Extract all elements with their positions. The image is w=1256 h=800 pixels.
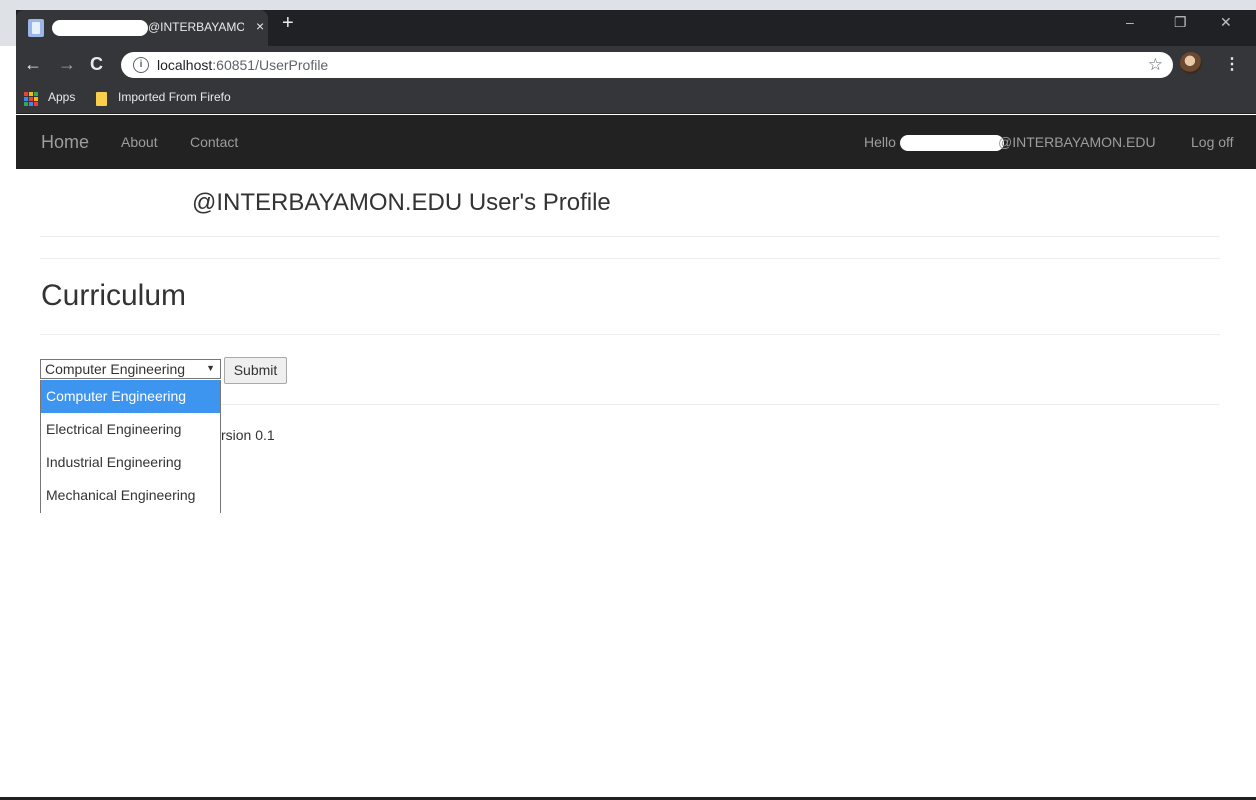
page-content: @INTERBAYAMON.EDU User's Profile Curricu… — [16, 169, 1256, 800]
version-text: rsion 0.1 — [221, 427, 275, 443]
window-close-icon[interactable]: ✕ — [1220, 14, 1232, 31]
forward-arrow-icon[interactable]: → — [58, 54, 76, 74]
browser-menu-icon[interactable]: ⋮ — [1224, 54, 1240, 74]
reload-icon[interactable]: C — [90, 54, 103, 74]
site-info-icon[interactable]: i — [133, 57, 149, 73]
divider — [40, 236, 1220, 237]
restore-icon[interactable]: ❐ — [1174, 14, 1187, 31]
divider — [40, 258, 1220, 259]
bookmarks-bar: Apps Imported From Firefo — [16, 84, 1256, 114]
browser-tab-active[interactable]: @INTERBAYAMON. × — [16, 10, 268, 46]
site-navbar: Home About Contact Hello @INTERBAYAMON.E… — [16, 115, 1256, 169]
bookmark-folder-icon — [96, 92, 107, 106]
nav-link-contact[interactable]: Contact — [190, 134, 238, 150]
back-arrow-icon[interactable]: ← — [24, 54, 42, 74]
url-path: :60851/UserProfile — [212, 57, 329, 73]
curriculum-select-value: Computer Engineering — [45, 361, 186, 377]
apps-grid-icon[interactable] — [24, 92, 38, 106]
browser-toolbar: ← → C i localhost:60851/UserProfile ☆ — [16, 46, 1256, 84]
address-bar[interactable]: i localhost:60851/UserProfile ☆ — [121, 52, 1173, 78]
tab-close-icon[interactable]: × — [256, 18, 264, 34]
submit-button[interactable]: Submit — [224, 357, 287, 384]
username-redaction — [900, 135, 1004, 151]
new-tab-button[interactable]: + — [282, 13, 294, 33]
hello-username[interactable]: @INTERBAYAMON.EDU — [998, 134, 1156, 150]
url-text[interactable]: localhost:60851/UserProfile — [157, 57, 328, 73]
dropdown-option[interactable]: Computer Engineering — [41, 380, 220, 413]
divider — [40, 334, 1220, 335]
curriculum-heading: Curriculum — [41, 279, 187, 312]
curriculum-dropdown-list: Computer Engineering Electrical Engineer… — [40, 380, 221, 513]
url-host: localhost — [157, 57, 213, 73]
nav-brand-home[interactable]: Home — [41, 132, 89, 153]
page-title: @INTERBAYAMON.EDU User's Profile — [192, 189, 611, 216]
dropdown-option[interactable]: Mechanical Engineering — [41, 479, 220, 512]
tab-title: @INTERBAYAMON. — [148, 20, 244, 34]
dropdown-option[interactable]: Electrical Engineering — [41, 413, 220, 446]
hello-prefix: Hello — [864, 134, 896, 150]
dropdown-option[interactable]: Industrial Engineering — [41, 446, 220, 479]
bookmark-imported-from-firefox[interactable]: Imported From Firefo — [118, 90, 234, 104]
page-favicon-icon — [28, 19, 44, 37]
bookmark-apps[interactable]: Apps — [48, 90, 75, 104]
dropdown-arrow-icon: ▼ — [206, 363, 215, 373]
bookmark-star-icon[interactable]: ☆ — [1148, 55, 1163, 75]
browser-tab-strip: @INTERBAYAMON. × + – ❐ ✕ — [0, 0, 1256, 46]
minimize-icon[interactable]: – — [1126, 14, 1134, 30]
profile-avatar[interactable] — [1180, 52, 1202, 74]
tab-title-redaction — [52, 20, 148, 36]
nav-link-logoff[interactable]: Log off — [1191, 134, 1234, 150]
nav-link-about[interactable]: About — [121, 134, 158, 150]
curriculum-select[interactable]: Computer Engineering ▼ — [40, 359, 221, 379]
